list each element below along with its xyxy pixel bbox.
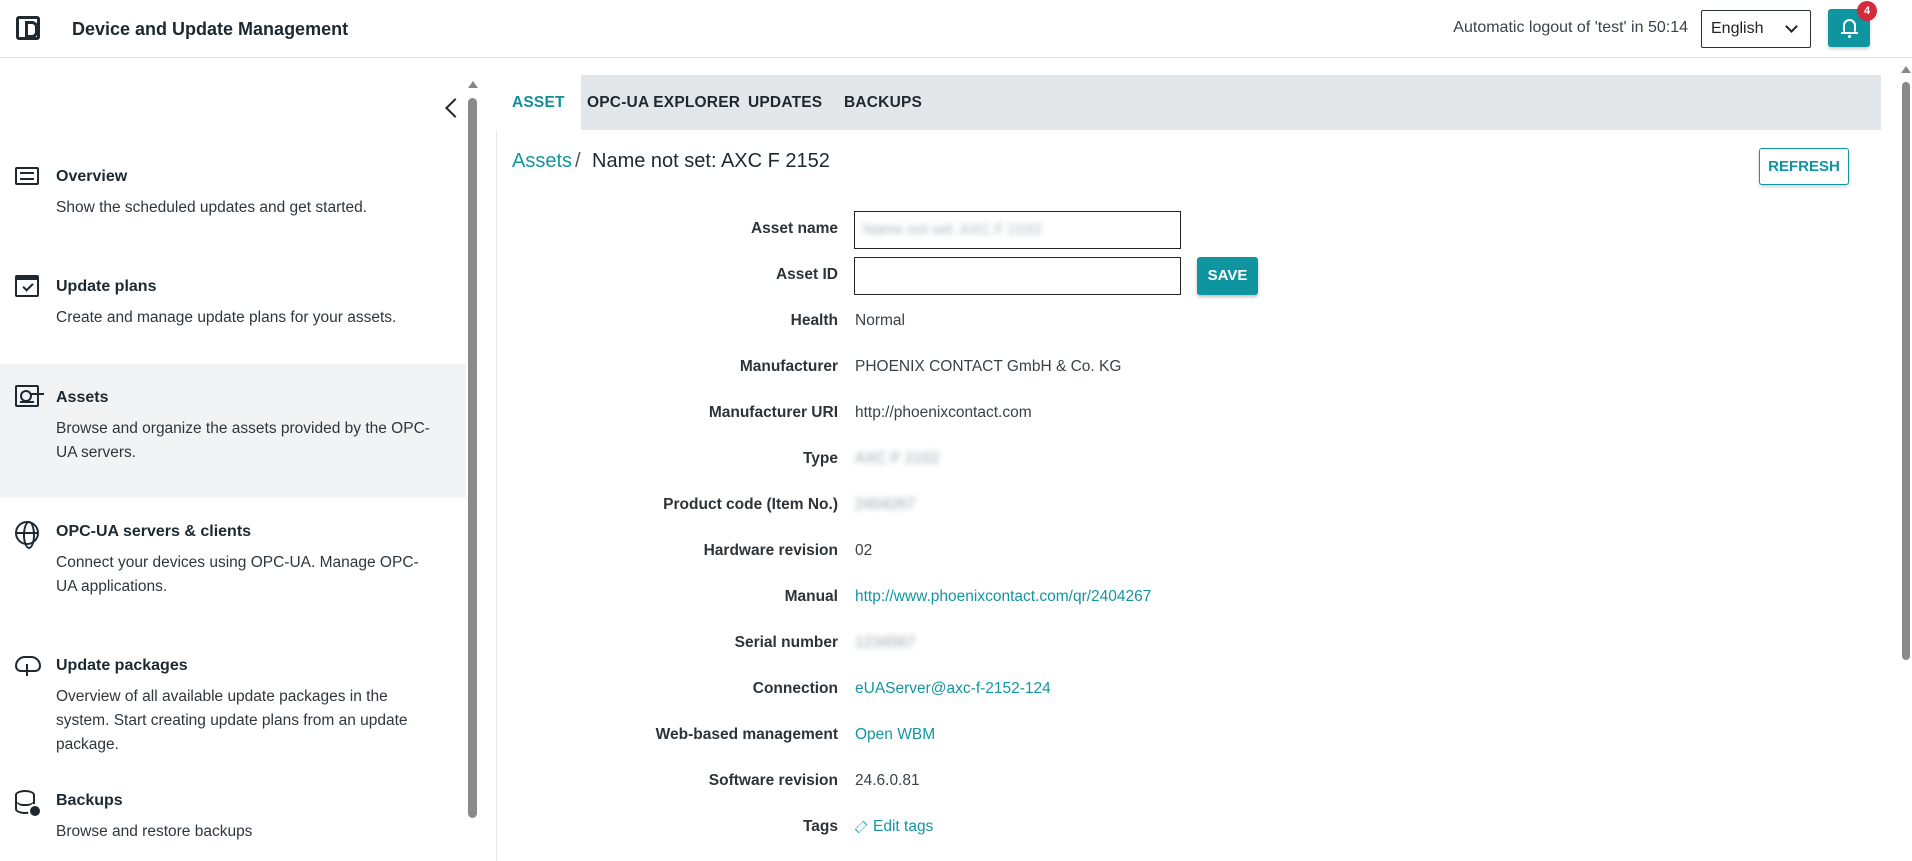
tags-label: Tags: [802, 818, 838, 835]
manual-label: Manual: [784, 588, 838, 605]
serial-number-label: Serial number: [734, 634, 838, 651]
tab-asset[interactable]: ASSET: [496, 75, 581, 130]
hardware-revision-value: 02: [855, 542, 873, 559]
chevron-down-icon: [1785, 20, 1798, 33]
product-code-value: 2404267: [855, 496, 916, 513]
breadcrumb-assets-link[interactable]: Assets: [512, 150, 572, 173]
connection-link[interactable]: eUAServer@axc-f-2152-124: [855, 680, 1051, 698]
notification-badge: 4: [1857, 1, 1877, 21]
main-scrollbar-thumb[interactable]: [1902, 82, 1910, 660]
database-icon: [15, 790, 42, 818]
wbm-label: Web-based management: [655, 726, 838, 743]
language-select-value: English: [1711, 20, 1764, 37]
sidebar-item-desc: Browse and organize the assets provided …: [56, 420, 430, 461]
sidebar-item-title: Backups: [56, 792, 123, 809]
sidebar-item-update-plans[interactable]: Update plans Create and manage update pl…: [0, 260, 466, 360]
sidebar-item-assets[interactable]: Assets Browse and organize the assets pr…: [0, 364, 466, 498]
app-title: Device and Update Management: [72, 19, 349, 39]
software-revision-label: Software revision: [708, 772, 838, 789]
health-value: Normal: [855, 312, 905, 329]
pencil-icon: [854, 820, 868, 834]
type-label: Type: [802, 450, 838, 467]
manufacturer-uri-label: Manufacturer URI: [708, 404, 838, 421]
sidebar-item-backups[interactable]: Backups Browse and restore backups: [0, 780, 466, 861]
asset-name-input[interactable]: Name not set: AXC F 2152: [854, 211, 1181, 249]
manufacturer-label: Manufacturer: [739, 358, 838, 375]
manufacturer-uri-value: http://phoenixcontact.com: [855, 404, 1032, 421]
tab-backups[interactable]: BACKUPS: [828, 75, 938, 130]
edit-tags-label: Edit tags: [873, 818, 934, 835]
sidebar-scrollbar-thumb[interactable]: [468, 98, 477, 818]
sidebar-item-title: Update packages: [56, 657, 188, 674]
sidebar-item-title: OPC-UA servers & clients: [56, 523, 252, 540]
asset-id-label: Asset ID: [775, 266, 838, 283]
hardware-revision-label: Hardware revision: [703, 542, 838, 559]
scroll-up-icon[interactable]: [1901, 66, 1911, 73]
breadcrumb-separator: /: [575, 150, 581, 172]
save-button[interactable]: SAVE: [1197, 257, 1258, 295]
connection-label: Connection: [752, 680, 838, 697]
auto-logout-text: Automatic logout of 'test' in 50:14: [1453, 19, 1688, 36]
asset-name-label: Asset name: [750, 220, 838, 237]
sidebar-item-desc: Connect your devices using OPC-UA. Manag…: [56, 554, 419, 595]
sidebar-item-title: Overview: [56, 168, 128, 185]
sidebar-item-title: Update plans: [56, 278, 157, 295]
scroll-up-icon[interactable]: [468, 81, 478, 88]
asset-name-value: Name not set: AXC F 2152: [863, 221, 1042, 238]
sidebar-item-desc: Create and manage update plans for your …: [56, 309, 397, 326]
manual-link[interactable]: http://www.phoenixcontact.com/qr/2404267: [855, 588, 1151, 606]
type-value: AXC F 2152: [855, 450, 940, 467]
tab-updates[interactable]: UPDATES: [732, 75, 838, 130]
product-code-label: Product code (Item No.): [663, 496, 838, 513]
serial-number-value: 1234567: [855, 634, 916, 651]
language-select[interactable]: English: [1701, 10, 1811, 48]
page-title: Name not set: AXC F 2152: [592, 150, 830, 172]
app-header: Device and Update Management Automatic l…: [0, 0, 1912, 58]
health-label: Health: [790, 312, 838, 329]
refresh-button[interactable]: REFRESH: [1759, 148, 1849, 185]
sidebar-item-opcua-servers[interactable]: OPC-UA servers & clients Connect your de…: [0, 508, 466, 628]
sidebar-item-title: Assets: [56, 389, 109, 406]
asset-id-input[interactable]: [854, 257, 1181, 295]
software-revision-value: 24.6.0.81: [855, 772, 920, 789]
calendar-check-icon: [15, 275, 40, 297]
sidebar-item-desc: Show the scheduled updates and get start…: [56, 199, 368, 216]
tab-bar: ASSET OPC-UA EXPLORER UPDATES BACKUPS: [496, 75, 1881, 130]
tab-opcua-explorer[interactable]: OPC-UA EXPLORER: [571, 75, 756, 130]
sidebar-item-desc: Browse and restore backups: [56, 823, 253, 840]
edit-tags-link[interactable]: Edit tags: [854, 818, 934, 836]
open-wbm-link[interactable]: Open WBM: [855, 726, 935, 744]
sidebar-item-desc: Overview of all available update package…: [56, 688, 408, 753]
asset-icon: [15, 385, 40, 407]
globe-icon: [15, 521, 40, 549]
list-icon: [15, 167, 40, 189]
sidebar-item-overview[interactable]: Overview Show the scheduled updates and …: [0, 150, 466, 250]
cloud-download-icon: [15, 656, 41, 678]
sidebar-item-update-packages[interactable]: Update packages Overview of all availabl…: [0, 642, 466, 762]
app-logo-icon: [16, 16, 40, 40]
bell-icon: [1841, 19, 1858, 38]
manufacturer-value: PHOENIX CONTACT GmbH & Co. KG: [855, 358, 1122, 375]
